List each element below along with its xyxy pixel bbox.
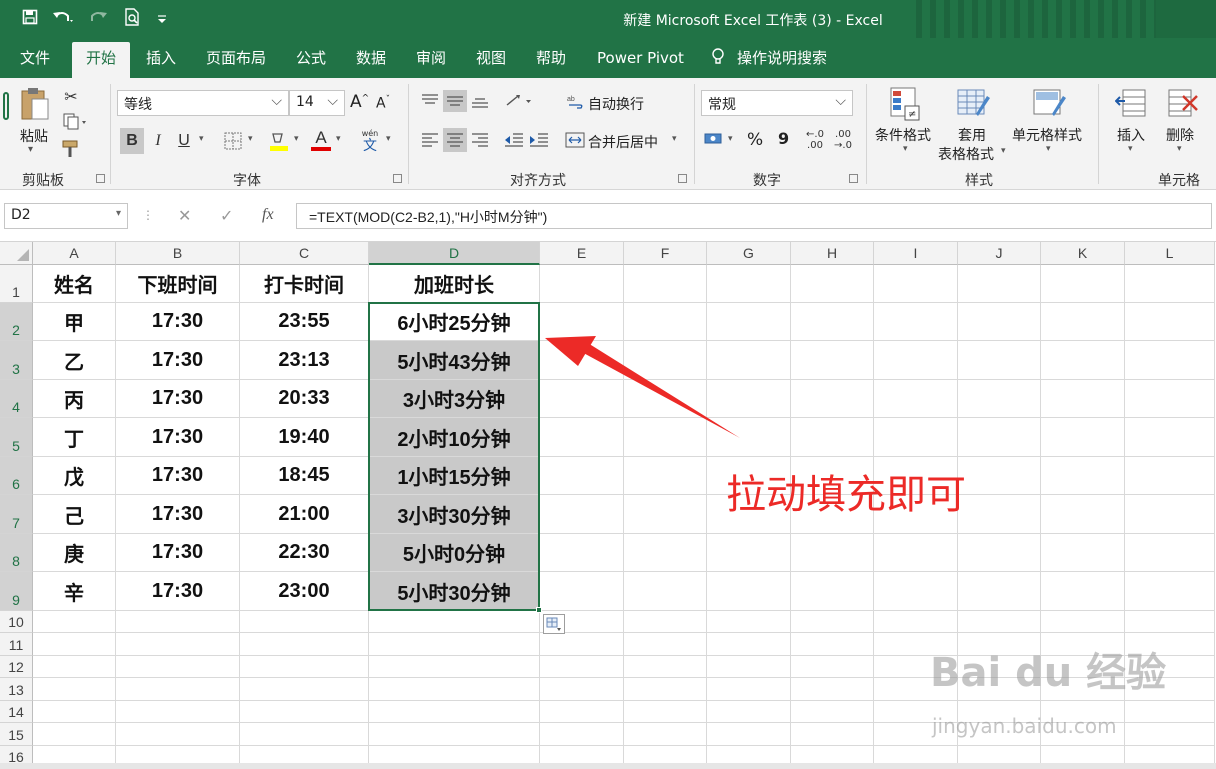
annotation-text: 拉动填充即可	[726, 472, 966, 518]
baidu-watermark: Bai du 经验	[930, 650, 1167, 696]
baidu-watermark-url: jingyan.baidu.com	[932, 714, 1117, 738]
